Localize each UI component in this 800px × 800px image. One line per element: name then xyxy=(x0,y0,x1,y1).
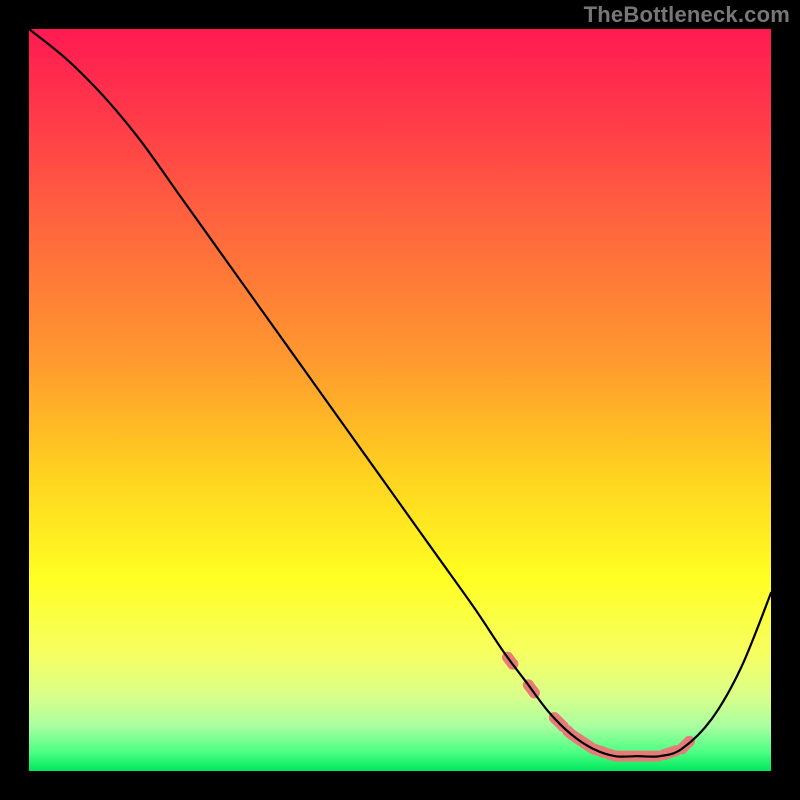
plot-area xyxy=(29,29,771,771)
watermark-label: TheBottleneck.com xyxy=(584,2,790,28)
chart-canvas: TheBottleneck.com xyxy=(0,0,800,800)
plot-svg xyxy=(29,29,771,771)
